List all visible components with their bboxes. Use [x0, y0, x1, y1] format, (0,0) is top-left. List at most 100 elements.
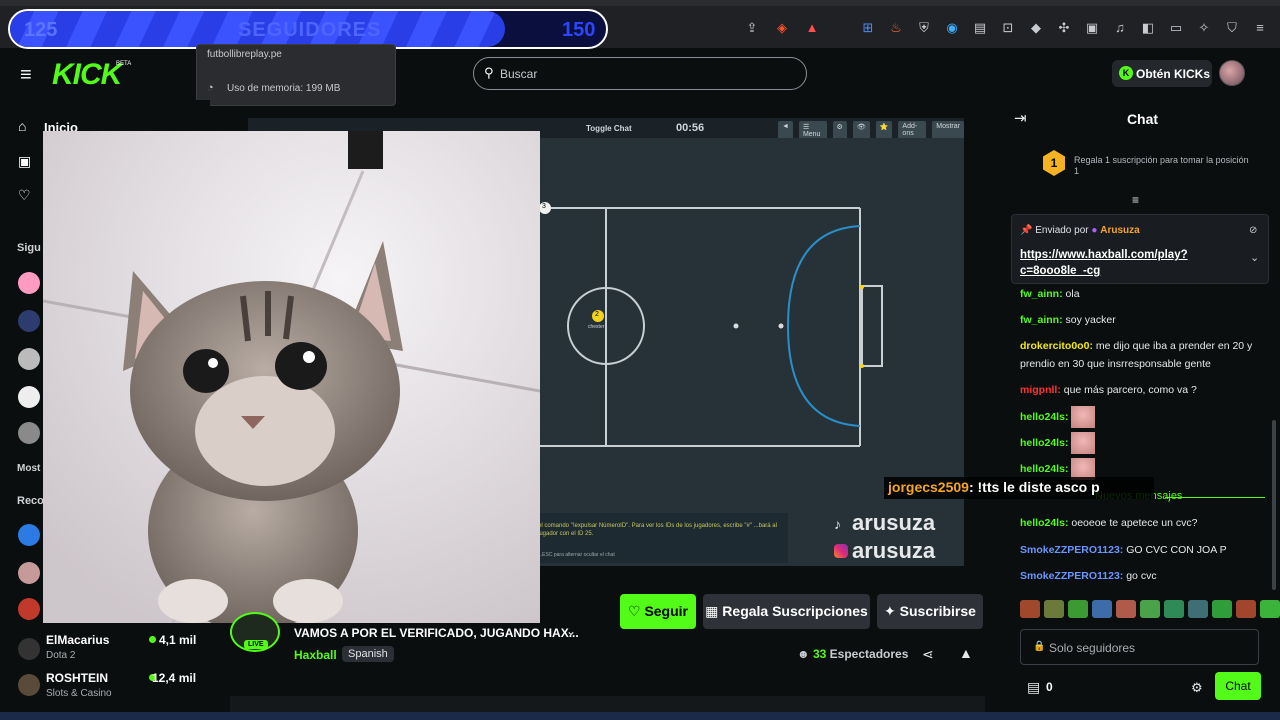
channel-name[interactable]: ROSHTEIN	[46, 671, 108, 685]
emote-button[interactable]	[1260, 600, 1280, 618]
recommended-channel-avatar[interactable]	[18, 562, 40, 584]
hide-eye-icon[interactable]: ⊘	[1249, 225, 1257, 236]
user-avatar[interactable]	[1219, 60, 1245, 86]
emote-button[interactable]	[1140, 600, 1160, 618]
brave-rewards-icon[interactable]: ▲	[804, 20, 820, 36]
channel-viewers: 12,4 mil	[152, 671, 197, 685]
pinned-user[interactable]: Arusuza	[1100, 225, 1139, 236]
menu-icon[interactable]: ≡	[1252, 20, 1268, 36]
search-input[interactable]: ⚲ Buscar	[473, 57, 807, 90]
expand-icon[interactable]: ≡	[1132, 193, 1139, 207]
stream-category[interactable]: Haxball	[294, 648, 337, 662]
followed-channel-avatar[interactable]	[18, 272, 40, 294]
chat-username[interactable]: drokercito0o0:	[1020, 340, 1093, 352]
wallet-icon[interactable]: ▭	[1168, 20, 1184, 36]
toggle-chat-button[interactable]: Toggle Chat	[586, 124, 632, 133]
tiktok-icon: ♪	[834, 516, 841, 532]
extensions-bar: ⊞ ♨ ⛨ ◉ ▤ ⊡ ◆ ✣ ▣ ♫ ◧ ▭ ✧ ⛉ ≡	[860, 20, 1268, 36]
share-page-icon[interactable]: ⇪	[744, 20, 760, 36]
chevron-down-icon[interactable]: ⌄	[566, 624, 576, 638]
gift-subs-button[interactable]: ▦ Regala Suscripciones	[703, 594, 870, 629]
heart-icon: ♡	[627, 603, 645, 619]
following-icon[interactable]: ♡	[18, 187, 31, 204]
chat-message: hello24ls:	[1020, 406, 1260, 428]
translate-icon[interactable]: ⊞	[860, 20, 876, 36]
tts-overlay-message: jorgecs2509: !tts le diste asco p	[884, 477, 1154, 499]
capture-icon[interactable]: ▣	[1084, 20, 1100, 36]
flame-icon[interactable]: ♨	[888, 20, 904, 36]
chat-input[interactable]: 🔒 Solo seguidores	[1020, 629, 1259, 665]
brave-shield-icon[interactable]: ◈	[774, 20, 790, 36]
chat-text: soy yacker	[1065, 314, 1116, 326]
browse-icon[interactable]: ▣	[18, 153, 31, 170]
emote-button[interactable]	[1020, 600, 1040, 618]
logo-beta-badge: BETA	[116, 61, 132, 67]
chat-username[interactable]: SmokeZZPERO1123:	[1020, 570, 1123, 582]
document-icon[interactable]: ▤	[972, 20, 988, 36]
emote-button[interactable]	[1212, 600, 1232, 618]
recommended-channel-avatar[interactable]	[18, 524, 40, 546]
chat-username[interactable]: hello24ls:	[1020, 463, 1068, 475]
chat-title: Chat	[1126, 111, 1159, 127]
vpn-icon[interactable]: ⛉	[1224, 20, 1240, 36]
gear-icon[interactable]: ⚙	[1191, 680, 1203, 696]
search-placeholder: Buscar	[500, 67, 538, 81]
followed-channel-avatar[interactable]	[18, 310, 40, 332]
emote-button[interactable]	[1164, 600, 1184, 618]
chat-username[interactable]: hello24ls:	[1020, 437, 1068, 449]
chat-username[interactable]: fw_ainn:	[1020, 314, 1063, 326]
chat-username[interactable]: hello24ls:	[1020, 517, 1068, 529]
report-icon[interactable]: ▲	[959, 645, 973, 661]
puzzle-icon[interactable]: ✣	[1056, 20, 1072, 36]
controller-icon[interactable]: ⊡	[1000, 20, 1016, 36]
chat-panel: ⇥ Chat 1 Regala 1 suscripción para tomar…	[1005, 100, 1280, 712]
share-icon[interactable]: ⋖	[922, 646, 934, 663]
hamburger-menu-icon[interactable]: ≡	[20, 64, 32, 87]
viewer-count: ☻ 33 Espectadores	[797, 647, 908, 661]
gift-leaderboard-text: Regala 1 suscripción para tomar la posic…	[1074, 155, 1249, 176]
channel-avatar-roshtein[interactable]	[18, 674, 40, 696]
shield-icon[interactable]: ⛨	[916, 20, 932, 36]
get-kicks-button[interactable]: K Obtén KICKs	[1112, 60, 1212, 87]
home-icon[interactable]: ⌂	[18, 118, 26, 134]
recommended-channel-avatar[interactable]	[18, 598, 40, 620]
followed-channel-avatar[interactable]	[18, 422, 40, 444]
chat-username[interactable]: fw_ainn:	[1020, 288, 1063, 300]
treasure-chest-icon[interactable]: ▤	[1027, 679, 1040, 696]
follower-goal-bar: 125 SEGUIDORES 150	[8, 9, 608, 49]
follow-button[interactable]: ♡ Seguir	[620, 594, 696, 629]
chat-message: fw_ainn: ola	[1020, 285, 1260, 303]
pinned-link[interactable]: https://www.haxball.com/play?c=8ooo8le_-…	[1020, 247, 1220, 279]
diamond-icon[interactable]: ◆	[1028, 20, 1044, 36]
chat-username[interactable]: migpnll:	[1020, 384, 1061, 396]
pin-icon: 📌	[1020, 225, 1036, 236]
music-icon[interactable]: ♫	[1112, 20, 1128, 36]
emote-button[interactable]	[1188, 600, 1208, 618]
emote-button[interactable]	[1092, 600, 1112, 618]
ai-icon[interactable]: ✧	[1196, 20, 1212, 36]
emote-button[interactable]	[1116, 600, 1136, 618]
chat-username[interactable]: SmokeZZPERO1123:	[1020, 544, 1123, 556]
kicks-icon: K	[1119, 66, 1133, 80]
sidebar-show-more[interactable]: Most	[17, 463, 40, 474]
emote-button[interactable]	[1044, 600, 1064, 618]
channel-name[interactable]: ElMacarius	[46, 633, 109, 647]
pinned-message[interactable]: 📌 Enviado por ● Arusuza https://www.haxb…	[1011, 214, 1269, 284]
channel-avatar-elmacarius[interactable]	[18, 638, 40, 660]
tooltip-memory: Uso de memoria: 199 MB	[227, 83, 341, 94]
chat-username[interactable]: hello24ls:	[1020, 411, 1068, 423]
kick-logo[interactable]: KICK	[52, 58, 122, 92]
language-tag[interactable]: Spanish	[342, 646, 394, 662]
emote-button[interactable]	[1236, 600, 1256, 618]
emote-button[interactable]	[1068, 600, 1088, 618]
chat-message: migpnll: que más parcero, como va ?	[1020, 381, 1260, 399]
followed-channel-avatar[interactable]	[18, 348, 40, 370]
chat-message: SmokeZZPERO1123: go cvc	[1020, 567, 1260, 585]
followed-channel-avatar[interactable]	[18, 386, 40, 408]
chevron-down-icon[interactable]: ⌄	[1250, 251, 1259, 264]
globe-icon[interactable]: ◉	[944, 20, 960, 36]
sidebar-icon[interactable]: ◧	[1140, 20, 1156, 36]
send-chat-button[interactable]: Chat	[1215, 672, 1261, 700]
subscribe-button[interactable]: ✦ Suscribirse	[877, 594, 983, 629]
chat-scrollbar[interactable]	[1272, 420, 1276, 590]
